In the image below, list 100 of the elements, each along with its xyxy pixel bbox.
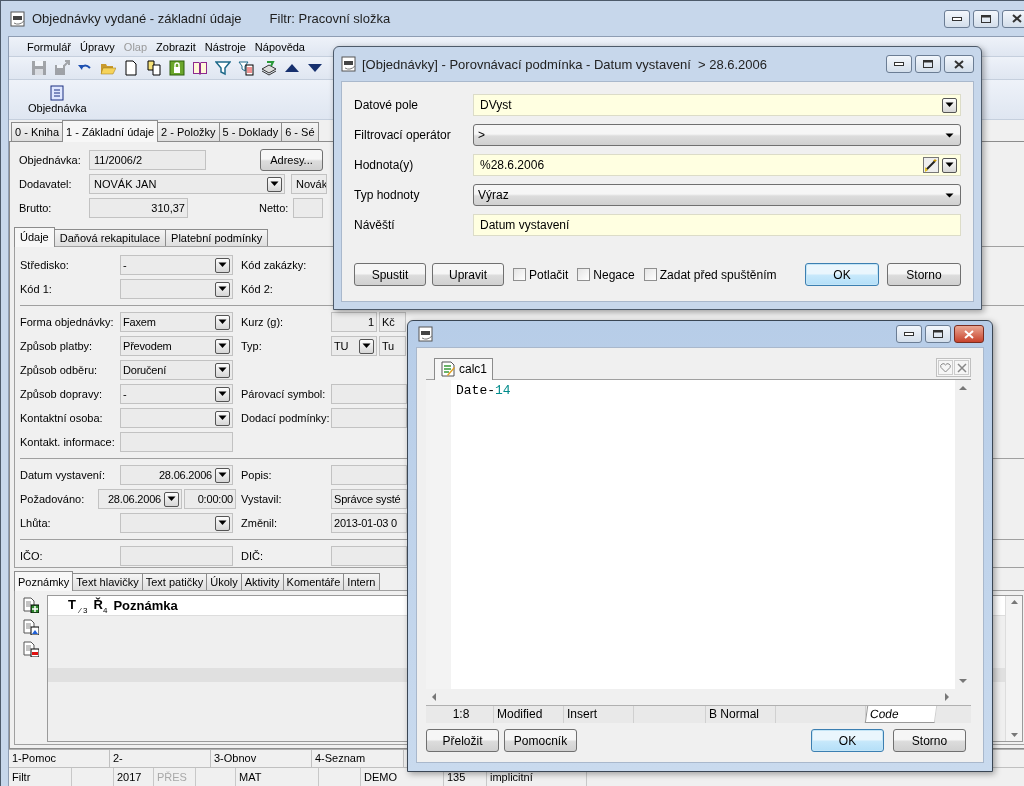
dropdown-button[interactable] xyxy=(215,410,230,426)
dropdown[interactable]: > xyxy=(473,124,961,146)
app-icon[interactable] xyxy=(341,56,357,72)
number-field[interactable]: 1 xyxy=(331,312,377,332)
tab[interactable]: Údaje xyxy=(14,227,55,247)
dropdown-button[interactable] xyxy=(359,338,374,354)
tab[interactable]: Úkoly xyxy=(206,573,242,590)
tab[interactable]: Aktivity xyxy=(240,573,284,590)
page-icon[interactable] xyxy=(123,60,139,76)
number-field[interactable]: 310,37 xyxy=(89,198,188,218)
text-field[interactable]: Správce systé xyxy=(331,489,407,509)
text-field[interactable]: Kč xyxy=(379,312,406,332)
cancel-button[interactable]: Storno xyxy=(887,263,961,286)
filter-list-icon[interactable] xyxy=(238,60,254,76)
ok-button[interactable]: OK xyxy=(811,729,884,752)
dropdown-field[interactable]: Faxem xyxy=(120,312,233,332)
code-text[interactable]: Date-14 xyxy=(456,383,511,398)
column-header[interactable]: Ř$_{4}$ xyxy=(93,596,108,615)
page-minus-icon[interactable] xyxy=(23,641,39,657)
dropdown-field[interactable] xyxy=(120,408,233,428)
scroll-down-icon[interactable] xyxy=(959,679,967,683)
scroll-up-icon[interactable] xyxy=(959,386,967,390)
checkbox-label[interactable]: Zadat před spuštěním xyxy=(659,267,777,282)
tab[interactable]: Daňová rekapitulace xyxy=(53,229,167,246)
maximize-button[interactable] xyxy=(973,9,999,28)
dropdown-field[interactable]: TU xyxy=(331,336,377,356)
close-button[interactable] xyxy=(944,55,974,73)
scroll-left-icon[interactable] xyxy=(432,692,436,701)
stack-icon[interactable] xyxy=(261,60,277,76)
menu-item[interactable]: Nápověda xyxy=(250,40,309,53)
scroll-up-icon[interactable] xyxy=(1010,600,1018,604)
close-button[interactable] xyxy=(954,325,984,343)
dropdown-button[interactable] xyxy=(164,491,179,507)
minimize-button[interactable] xyxy=(896,325,922,343)
time-field[interactable]: 0:00:00 xyxy=(184,489,236,509)
text-field[interactable] xyxy=(331,408,407,428)
tab[interactable]: Poznámky xyxy=(14,571,74,591)
dropdown-button[interactable] xyxy=(215,257,230,273)
text-field[interactable] xyxy=(331,465,407,485)
tab[interactable]: Text hlavičky xyxy=(72,573,143,590)
scroll-down-icon[interactable] xyxy=(1010,733,1018,737)
dropdown-button[interactable] xyxy=(942,157,957,173)
menu-item[interactable]: Nástroje xyxy=(200,40,250,53)
maximize-button[interactable] xyxy=(915,55,941,73)
tab[interactable]: Komentáře xyxy=(282,573,345,590)
menu-item[interactable]: Formulář xyxy=(23,40,75,53)
button[interactable]: Upravit xyxy=(432,263,504,286)
scrollbar[interactable] xyxy=(1005,596,1022,741)
date-field[interactable]: 28.06.2006 xyxy=(120,465,233,485)
copy-icon[interactable] xyxy=(146,60,162,76)
page-plus-icon[interactable] xyxy=(23,597,39,613)
tab[interactable]: Code xyxy=(864,706,938,723)
dropdown-button[interactable] xyxy=(215,314,230,330)
dropdown-button[interactable] xyxy=(215,338,230,354)
tab[interactable]: calc1 xyxy=(434,358,493,380)
menu-item[interactable]: Úpravy xyxy=(76,40,119,53)
tab[interactable]: Intern xyxy=(343,573,380,590)
wand-icon[interactable] xyxy=(923,157,939,173)
dropdown[interactable]: Výraz xyxy=(473,184,961,206)
text-field[interactable]: Datum vystavení xyxy=(473,214,961,236)
dropdown-button[interactable] xyxy=(942,97,957,113)
close-button[interactable] xyxy=(1002,9,1024,28)
tab[interactable]: 1 - Základní údaje xyxy=(62,120,159,142)
cancel-button[interactable]: Storno xyxy=(893,729,966,752)
tab[interactable]: 2 - Položky xyxy=(157,122,220,141)
filter-icon[interactable] xyxy=(215,60,231,76)
maximize-button[interactable] xyxy=(925,325,951,343)
number-field[interactable] xyxy=(293,198,323,218)
checkbox[interactable] xyxy=(577,268,591,281)
text-field[interactable]: 2013-01-03 0 xyxy=(331,513,407,533)
checkbox-label[interactable]: Negace xyxy=(593,267,635,282)
dropdown-field[interactable]: Doručení xyxy=(120,360,233,380)
value-field[interactable]: %28.6.2006 xyxy=(473,154,961,176)
ok-button[interactable]: OK xyxy=(805,263,879,286)
book-icon[interactable] xyxy=(192,60,208,76)
text-field[interactable]: Tu xyxy=(379,336,406,356)
dropdown-button[interactable] xyxy=(215,362,230,378)
dropdown-field[interactable]: NOVÁK JAN xyxy=(89,174,285,194)
text-field[interactable] xyxy=(331,384,407,404)
dropdown-button[interactable] xyxy=(267,176,282,192)
dropdown-field[interactable]: - xyxy=(120,255,233,275)
addresses-button[interactable]: Adresy... xyxy=(260,149,323,171)
minimize-button[interactable] xyxy=(944,9,970,28)
dropdown-field[interactable] xyxy=(120,513,233,533)
dropdown-button[interactable] xyxy=(215,281,230,297)
app-icon[interactable] xyxy=(10,10,26,27)
scroll-right-icon[interactable] xyxy=(945,692,949,701)
checkbox[interactable] xyxy=(513,268,526,281)
dropdown-field[interactable] xyxy=(120,279,233,299)
tab[interactable]: 6 - Sé xyxy=(281,122,319,141)
text-field[interactable] xyxy=(120,546,233,566)
page-picture-icon[interactable] xyxy=(23,619,39,635)
column-header[interactable]: Poznámka xyxy=(113,598,178,613)
app-icon[interactable] xyxy=(418,326,434,342)
button[interactable]: Pomocník xyxy=(504,729,577,752)
menu-item[interactable]: Zobrazit xyxy=(152,40,200,53)
date-field[interactable]: 28.06.2006 xyxy=(98,489,182,509)
column-header[interactable]: T $_{⁄ 3}$ xyxy=(68,596,88,615)
text-field[interactable] xyxy=(331,546,407,566)
checkbox[interactable] xyxy=(643,268,657,281)
